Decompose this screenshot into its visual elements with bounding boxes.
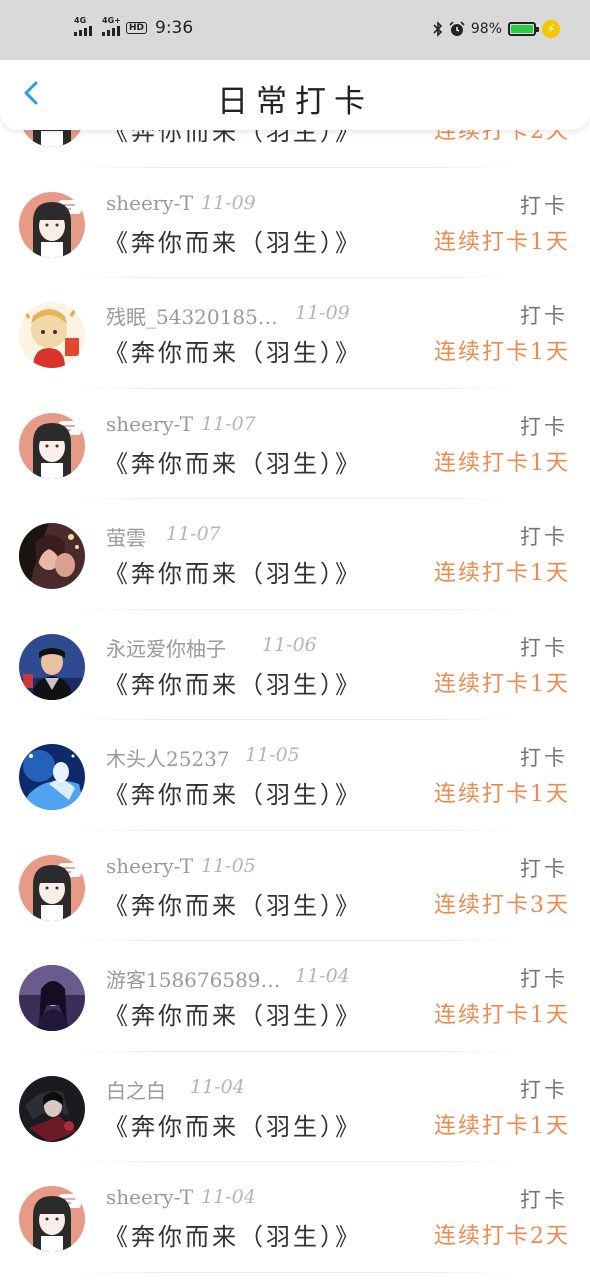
- list-item[interactable]: sheery-T 11-04 《奔你而来（羽生）》 打卡连续打卡2天: [0, 1162, 590, 1273]
- username[interactable]: 永远爱你柚子: [106, 633, 226, 662]
- checkin-label: 打卡: [520, 746, 568, 770]
- avatar[interactable]: [19, 1076, 85, 1142]
- battery-icon: [508, 22, 539, 36]
- list-item[interactable]: 残眠_54320185… 11-09 《奔你而来（羽生）》 打卡连续打卡1天: [0, 278, 590, 389]
- list-item[interactable]: sheery-T 11-09 《奔你而来（羽生）》 打卡连续打卡1天: [0, 168, 590, 279]
- page-title: 日常打卡: [217, 84, 373, 120]
- username[interactable]: sheery-T: [106, 854, 193, 878]
- checkin-date: 11-09: [295, 302, 350, 324]
- book-title: 《奔你而来（羽生）》: [104, 1112, 362, 1141]
- checkin-date: 11-05: [245, 744, 300, 766]
- avatar-image: [19, 302, 85, 368]
- streak-label: 连续打卡1天: [434, 1003, 570, 1028]
- checkin-label: 打卡: [520, 525, 568, 549]
- avatar[interactable]: [19, 413, 85, 479]
- list-item[interactable]: 白之白 11-04 《奔你而来（羽生）》 打卡连续打卡1天: [0, 1052, 590, 1163]
- checkin-label: 打卡: [520, 1077, 568, 1102]
- checkin-list: sheery-T《奔你而来（羽生）》打卡连续打卡2天sheery-T11-09《…: [0, 57, 590, 1273]
- streak-label: 连续打卡1天: [434, 450, 570, 476]
- checkin-date: 11-07: [201, 412, 256, 435]
- network-type-label: 4G: [74, 16, 87, 25]
- checkin-date: 11-05: [201, 854, 256, 877]
- username[interactable]: 残眠_54320185…: [106, 301, 278, 330]
- clock-time: 9:36: [155, 18, 194, 38]
- checkin-label: 打卡: [520, 967, 568, 991]
- username[interactable]: 萤雲: [106, 522, 146, 551]
- avatar-image: [19, 413, 85, 479]
- charging-icon: ⚡: [542, 20, 560, 38]
- alarm-icon: [449, 21, 465, 36]
- book-title: 《奔你而来（羽生）》: [104, 339, 362, 367]
- list-item[interactable]: 游客158676589… 11-04 《奔你而来（羽生）》 打卡连续打卡1天: [0, 941, 590, 1052]
- checkin-label: 打卡: [520, 414, 568, 439]
- header-bar: 日常打卡: [0, 56, 590, 130]
- checkin-date: 11-04: [190, 1075, 245, 1098]
- streak-label: 连续打卡1天: [434, 561, 570, 586]
- streak-label: 连续打卡3天: [434, 892, 570, 918]
- avatar-image: [19, 965, 85, 1031]
- streak-label: 连续打卡2天: [434, 1224, 570, 1249]
- checkin-date: 11-06: [262, 633, 317, 656]
- book-title: 《奔你而来（羽生）》: [104, 670, 362, 699]
- avatar[interactable]: [19, 744, 85, 810]
- checkin-date: 11-07: [166, 523, 221, 545]
- battery-percent: 98%: [470, 21, 502, 37]
- checkin-date: 11-04: [295, 965, 350, 987]
- username[interactable]: 白之白: [106, 1075, 166, 1104]
- book-title: 《奔你而来（羽生）》: [104, 781, 362, 809]
- book-title: 《奔你而来（羽生）》: [104, 891, 362, 920]
- avatar[interactable]: [19, 192, 85, 258]
- book-title: 《奔你而来（羽生）》: [104, 1223, 362, 1251]
- book-title: 《奔你而来（羽生）》: [104, 1002, 362, 1030]
- list-item[interactable]: 永远爱你柚子 11-06 《奔你而来（羽生）》 打卡连续打卡1天: [0, 610, 590, 721]
- avatar[interactable]: [19, 965, 85, 1031]
- avatar[interactable]: [19, 855, 85, 921]
- signal-strength-icon: 4G+: [102, 16, 121, 36]
- streak-label: 连续打卡1天: [434, 229, 570, 255]
- avatar[interactable]: [19, 634, 85, 700]
- bluetooth-icon: [433, 21, 443, 37]
- avatar-image: [19, 1186, 85, 1252]
- checkin-date: 11-04: [201, 1186, 256, 1208]
- signal-strength-icon: 4G: [74, 16, 92, 36]
- hd-voice-icon: HD: [126, 22, 148, 34]
- checkin-label: 打卡: [520, 635, 568, 660]
- username[interactable]: sheery-T: [106, 191, 193, 215]
- streak-label: 连续打卡1天: [434, 782, 570, 807]
- avatar-image: [19, 855, 85, 921]
- avatar-image: [19, 1076, 85, 1142]
- username[interactable]: sheery-T: [106, 1185, 193, 1209]
- streak-label: 连续打卡1天: [434, 1113, 570, 1139]
- checkin-label: 打卡: [520, 856, 568, 881]
- avatar-image: [19, 192, 85, 258]
- checkin-date: 11-09: [201, 191, 256, 214]
- avatar-image: [19, 744, 85, 810]
- list-item[interactable]: 木头人25237 11-05 《奔你而来（羽生）》 打卡连续打卡1天: [0, 720, 590, 831]
- book-title: 《奔你而来（羽生）》: [104, 560, 362, 588]
- list-item[interactable]: sheery-T 11-05 《奔你而来（羽生）》 打卡连续打卡3天: [0, 831, 590, 942]
- list-item[interactable]: sheery-T 11-07 《奔你而来（羽生）》 打卡连续打卡1天: [0, 389, 590, 500]
- checkin-label: 打卡: [520, 1188, 568, 1212]
- status-bar: 4G 4G+ HD 9:36 98% ⚡: [0, 0, 590, 60]
- avatar-image: [19, 523, 85, 589]
- streak-label: 连续打卡1天: [434, 340, 570, 365]
- username[interactable]: 游客158676589…: [106, 964, 281, 993]
- username[interactable]: 木头人25237: [106, 743, 230, 772]
- network-type-label: 4G+: [102, 16, 121, 25]
- checkin-label: 打卡: [520, 193, 568, 218]
- streak-label: 连续打卡1天: [434, 671, 570, 697]
- book-title: 《奔你而来（羽生）》: [104, 228, 362, 257]
- username[interactable]: sheery-T: [106, 412, 193, 436]
- book-title: 《奔你而来（羽生）》: [104, 449, 362, 478]
- avatar[interactable]: [19, 1186, 85, 1252]
- avatar[interactable]: [19, 523, 85, 589]
- checkin-label: 打卡: [520, 304, 568, 328]
- avatar[interactable]: [19, 302, 85, 368]
- avatar-image: [19, 634, 85, 700]
- list-item[interactable]: 萤雲 11-07 《奔你而来（羽生）》 打卡连续打卡1天: [0, 499, 590, 610]
